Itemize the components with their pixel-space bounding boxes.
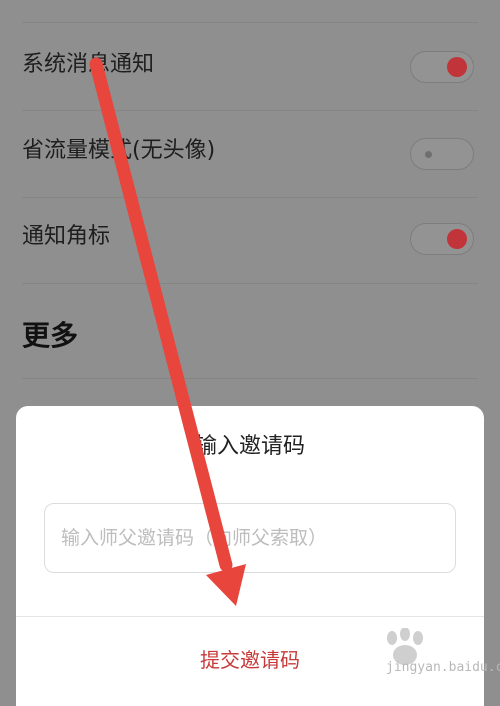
divider — [22, 22, 478, 23]
watermark-url: jingyan.baidu.com — [386, 660, 500, 675]
divider — [22, 197, 478, 198]
notification-badge-label: 通知角标 — [22, 224, 111, 249]
divider — [22, 283, 478, 284]
system-notification-toggle[interactable] — [410, 51, 474, 83]
notification-badge-toggle[interactable] — [410, 223, 474, 255]
divider — [22, 110, 478, 111]
toggle-knob — [425, 151, 432, 158]
toggle-knob — [447, 229, 467, 249]
dialog-title: 输入邀请码 — [194, 434, 305, 459]
watermark: jingyan.baidu.com — [380, 627, 500, 684]
section-title-more: 更多 — [22, 319, 79, 352]
toggle-knob — [447, 57, 467, 77]
system-notification-label: 系统消息通知 — [22, 52, 155, 77]
data-saver-label: 省流量模式(无头像) — [22, 138, 216, 163]
invite-code-input[interactable] — [44, 503, 456, 573]
data-saver-toggle[interactable] — [410, 138, 474, 170]
divider — [22, 378, 478, 379]
